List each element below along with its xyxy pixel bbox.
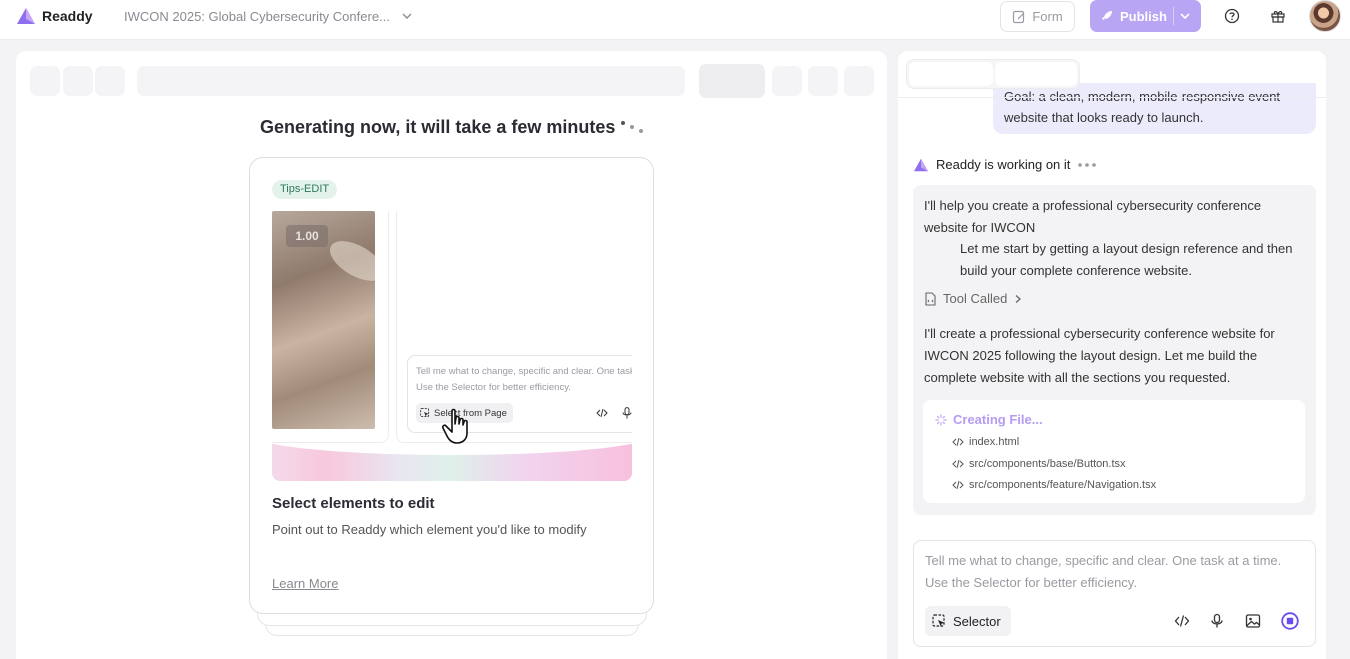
form-button[interactable]: Form [1000, 1, 1075, 32]
avatar[interactable] [1309, 0, 1341, 32]
tip-tag: Tips-EDIT [272, 180, 338, 199]
skeleton-address-bar [137, 66, 685, 96]
chevron-down-icon[interactable] [401, 10, 413, 22]
demo-frame-right: Tell me what to change, specific and cle… [396, 211, 632, 443]
skeleton-block [808, 66, 838, 96]
loading-dots-icon [621, 121, 643, 133]
skeleton-block [63, 66, 93, 96]
file-item[interactable]: src/components/feature/Navigation.tsx [952, 479, 1156, 491]
microphone-icon[interactable] [1209, 613, 1225, 629]
file-item[interactable]: index.html [952, 436, 1019, 448]
chevron-down-icon[interactable] [1179, 10, 1191, 22]
spinner-icon [935, 413, 947, 426]
file-name: index.html [969, 436, 1020, 448]
readdy-logo-icon [914, 158, 928, 171]
code-icon[interactable] [1174, 613, 1190, 629]
rocket-icon [1102, 11, 1112, 20]
assistant-text: Let me start by getting a layout design … [960, 241, 1293, 256]
tip-description: Point out to Readdy which element you'd … [272, 522, 587, 537]
project-title[interactable]: IWCON 2025: Global Cybersecurity Confere… [124, 9, 390, 24]
chat-tab[interactable] [909, 62, 993, 86]
demo-input-placeholder: Use the Selector for better efficiency. [416, 382, 571, 393]
form-button-label: Form [1032, 9, 1063, 24]
preview-panel: Generating now, it will take a few minut… [16, 51, 887, 659]
selector-button[interactable]: Selector [925, 606, 1011, 636]
file-name: src/components/feature/Navigation.tsx [969, 479, 1157, 491]
assistant-text: website for IWCON [924, 220, 1036, 235]
playback-speed-badge: 1.00 [286, 225, 328, 247]
skeleton-block [30, 66, 60, 96]
hand-cursor-icon [442, 408, 468, 444]
tool-called-toggle[interactable]: Tool Called [924, 291, 1023, 306]
chat-panel: Goal: a clean, modern, mobile-responsive… [898, 51, 1326, 659]
user-message-text: website that looks ready to launch. [1004, 110, 1204, 125]
top-bar: Readdy IWCON 2025: Global Cybersecurity … [0, 0, 1350, 40]
chat-input[interactable]: Tell me what to change, specific and cle… [913, 540, 1316, 647]
code-icon [596, 408, 608, 418]
assistant-text: I'll create a professional cybersecurity… [924, 326, 1275, 341]
demo-input-placeholder: Tell me what to change, specific and cle… [416, 366, 632, 377]
file-item[interactable]: src/components/base/Button.tsx [952, 458, 1126, 470]
publish-button[interactable]: Publish [1090, 0, 1201, 32]
assistant-text: I'll help you create a professional cybe… [924, 198, 1262, 213]
file-name: src/components/base/Button.tsx [969, 458, 1126, 470]
file-creation-list: Creating File... index.html src/componen… [923, 400, 1305, 503]
readdy-logo-icon [17, 8, 35, 24]
learn-more-link[interactable]: Learn More [272, 576, 338, 591]
selector-icon [420, 408, 430, 418]
chat-tab[interactable] [995, 62, 1077, 86]
skeleton-block [844, 66, 874, 96]
creating-file-label: Creating File... [953, 412, 1043, 427]
assistant-text: IWCON 2025 following the layout design. … [924, 348, 1258, 363]
chat-tab-switcher [906, 59, 1080, 89]
tip-title: Select elements to edit [272, 495, 435, 512]
skeleton-button [699, 64, 765, 98]
publish-button-label: Publish [1120, 8, 1167, 24]
user-message: Goal: a clean, modern, mobile-responsive… [993, 83, 1316, 134]
gift-icon[interactable] [1270, 8, 1286, 24]
stop-generation-icon[interactable] [1281, 612, 1299, 630]
demo-video[interactable]: 1.00 [272, 211, 375, 429]
code-icon [952, 437, 964, 447]
chat-input-placeholder: Tell me what to change, specific and cle… [925, 553, 1282, 568]
selector-button-label: Selector [953, 613, 1001, 629]
chat-input-placeholder: Use the Selector for better efficiency. [925, 575, 1137, 590]
code-icon [952, 480, 964, 490]
decorative-gradient [272, 443, 632, 481]
image-upload-icon[interactable] [1245, 613, 1261, 629]
skeleton-block [772, 66, 802, 96]
working-status-text: Readdy is working on it [936, 157, 1071, 172]
creating-file-status: Creating File... [935, 412, 1043, 427]
skeleton-block [95, 66, 125, 96]
app-name: Readdy [42, 8, 93, 24]
assistant-text: complete website with all the sections y… [924, 370, 1231, 385]
selector-icon [932, 614, 945, 627]
working-status: Readdy is working on it [913, 157, 1097, 172]
chat-header-divider [898, 97, 1326, 98]
loading-dots-icon [1078, 162, 1097, 167]
chevron-right-icon [1015, 294, 1022, 303]
edit-form-icon [1013, 10, 1025, 23]
assistant-text: build your complete conference website. [960, 263, 1192, 278]
tip-card: Tips-EDIT 1.00 Tell me what to change, s… [249, 157, 654, 614]
code-icon [952, 459, 964, 469]
microphone-icon [622, 407, 632, 419]
publish-divider [1173, 7, 1174, 25]
generating-status-text: Generating now, it will take a few minut… [260, 117, 616, 137]
readdy-logo[interactable]: Readdy [16, 7, 93, 25]
file-icon [925, 291, 936, 306]
help-icon[interactable] [1224, 8, 1240, 24]
assistant-message: I'll help you create a professional cybe… [913, 185, 1316, 515]
tool-called-label: Tool Called [943, 291, 1008, 306]
